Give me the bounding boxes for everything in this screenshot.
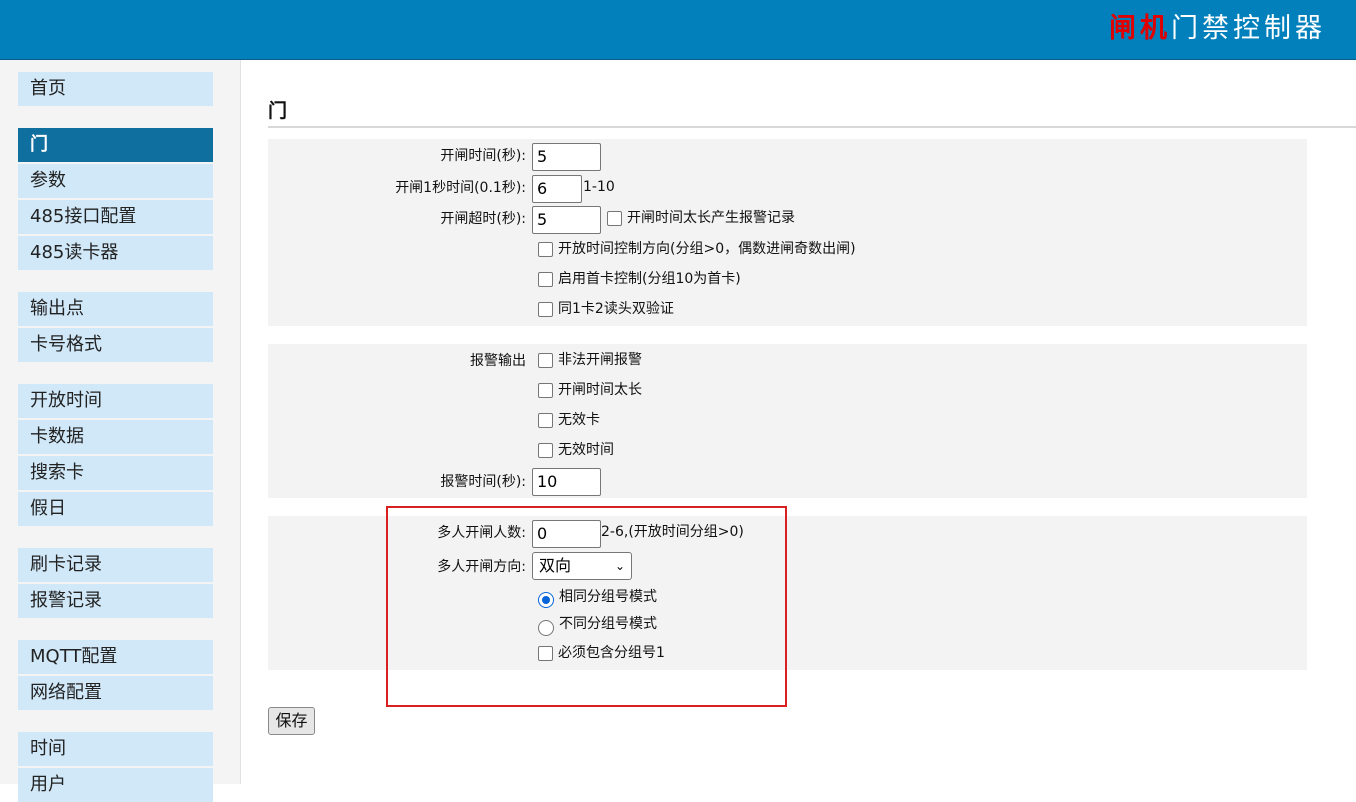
- illegal-open-checkbox[interactable]: [538, 353, 553, 368]
- invalid-time-checkbox[interactable]: [538, 443, 553, 458]
- sidebar-item-time[interactable]: 时间: [18, 732, 213, 766]
- open-1s-input[interactable]: 6: [532, 175, 582, 203]
- sidebar-item-alarm-records[interactable]: 报警记录: [18, 584, 213, 618]
- brand-rest: 门禁控制器: [1171, 13, 1326, 44]
- open-too-long-label: 开闸时间太长: [558, 382, 642, 398]
- sidebar-item-485-reader[interactable]: 485读卡器: [18, 236, 213, 270]
- direction-control-checkbox[interactable]: [538, 242, 553, 257]
- invalid-time-label: 无效时间: [558, 442, 614, 458]
- first-card-checkbox[interactable]: [538, 272, 553, 287]
- sidebar-item-search-card[interactable]: 搜索卡: [18, 456, 213, 490]
- sidebar-item-output[interactable]: 输出点: [18, 292, 213, 326]
- open-1s-range-hint: 1-10: [583, 179, 615, 195]
- brand-title: 闸机门禁控制器: [1109, 12, 1326, 46]
- sidebar-item-door[interactable]: 门: [18, 128, 213, 162]
- title-divider: [268, 126, 1356, 128]
- highlight-box: [386, 506, 787, 707]
- sidebar: 首页 门 参数 485接口配置 485读卡器 输出点 卡号格式 开放时间 卡数据…: [0, 60, 241, 802]
- alarm-time-label: 报警时间(秒):: [440, 474, 526, 490]
- illegal-open-label: 非法开闸报警: [558, 352, 642, 368]
- open-timeout-input[interactable]: 5: [532, 206, 601, 234]
- header-bar: 闸机门禁控制器: [0, 0, 1356, 60]
- sidebar-item-card-data[interactable]: 卡数据: [18, 420, 213, 454]
- open-time-input[interactable]: 5: [532, 143, 601, 171]
- sidebar-item-485-config[interactable]: 485接口配置: [18, 200, 213, 234]
- save-button[interactable]: 保存: [268, 707, 315, 735]
- dual-verify-checkbox[interactable]: [538, 302, 553, 317]
- sidebar-item-user[interactable]: 用户: [18, 768, 213, 802]
- sidebar-item-holiday[interactable]: 假日: [18, 492, 213, 526]
- open-1s-label: 开闸1秒时间(0.1秒):: [395, 180, 526, 196]
- open-too-long-checkbox[interactable]: [538, 383, 553, 398]
- sidebar-item-home[interactable]: 首页: [18, 72, 213, 106]
- sidebar-item-mqtt[interactable]: MQTT配置: [18, 640, 213, 674]
- brand-highlight: 闸机: [1109, 13, 1171, 44]
- direction-control-label: 开放时间控制方向(分组>0，偶数进闸奇数出闸): [558, 241, 856, 257]
- invalid-card-checkbox[interactable]: [538, 413, 553, 428]
- open-too-long-alarm-checkbox[interactable]: [607, 211, 622, 226]
- alarm-time-input[interactable]: 10: [532, 468, 601, 496]
- dual-verify-label: 同1卡2读头双验证: [558, 301, 674, 317]
- open-too-long-alarm-label: 开闸时间太长产生报警记录: [627, 210, 795, 226]
- alarm-output-label: 报警输出: [470, 353, 526, 369]
- sidebar-item-open-time[interactable]: 开放时间: [18, 384, 213, 418]
- open-timeout-label: 开闸超时(秒):: [440, 211, 526, 227]
- sidebar-item-network[interactable]: 网络配置: [18, 676, 213, 710]
- first-card-label: 启用首卡控制(分组10为首卡): [558, 271, 741, 287]
- open-time-label: 开闸时间(秒):: [440, 148, 526, 164]
- door-settings-panel: [268, 139, 1307, 326]
- page-title: 门: [268, 100, 288, 122]
- sidebar-item-card-format[interactable]: 卡号格式: [18, 328, 213, 362]
- sidebar-item-swipe-records[interactable]: 刷卡记录: [18, 548, 213, 582]
- sidebar-item-params[interactable]: 参数: [18, 164, 213, 198]
- invalid-card-label: 无效卡: [558, 412, 600, 428]
